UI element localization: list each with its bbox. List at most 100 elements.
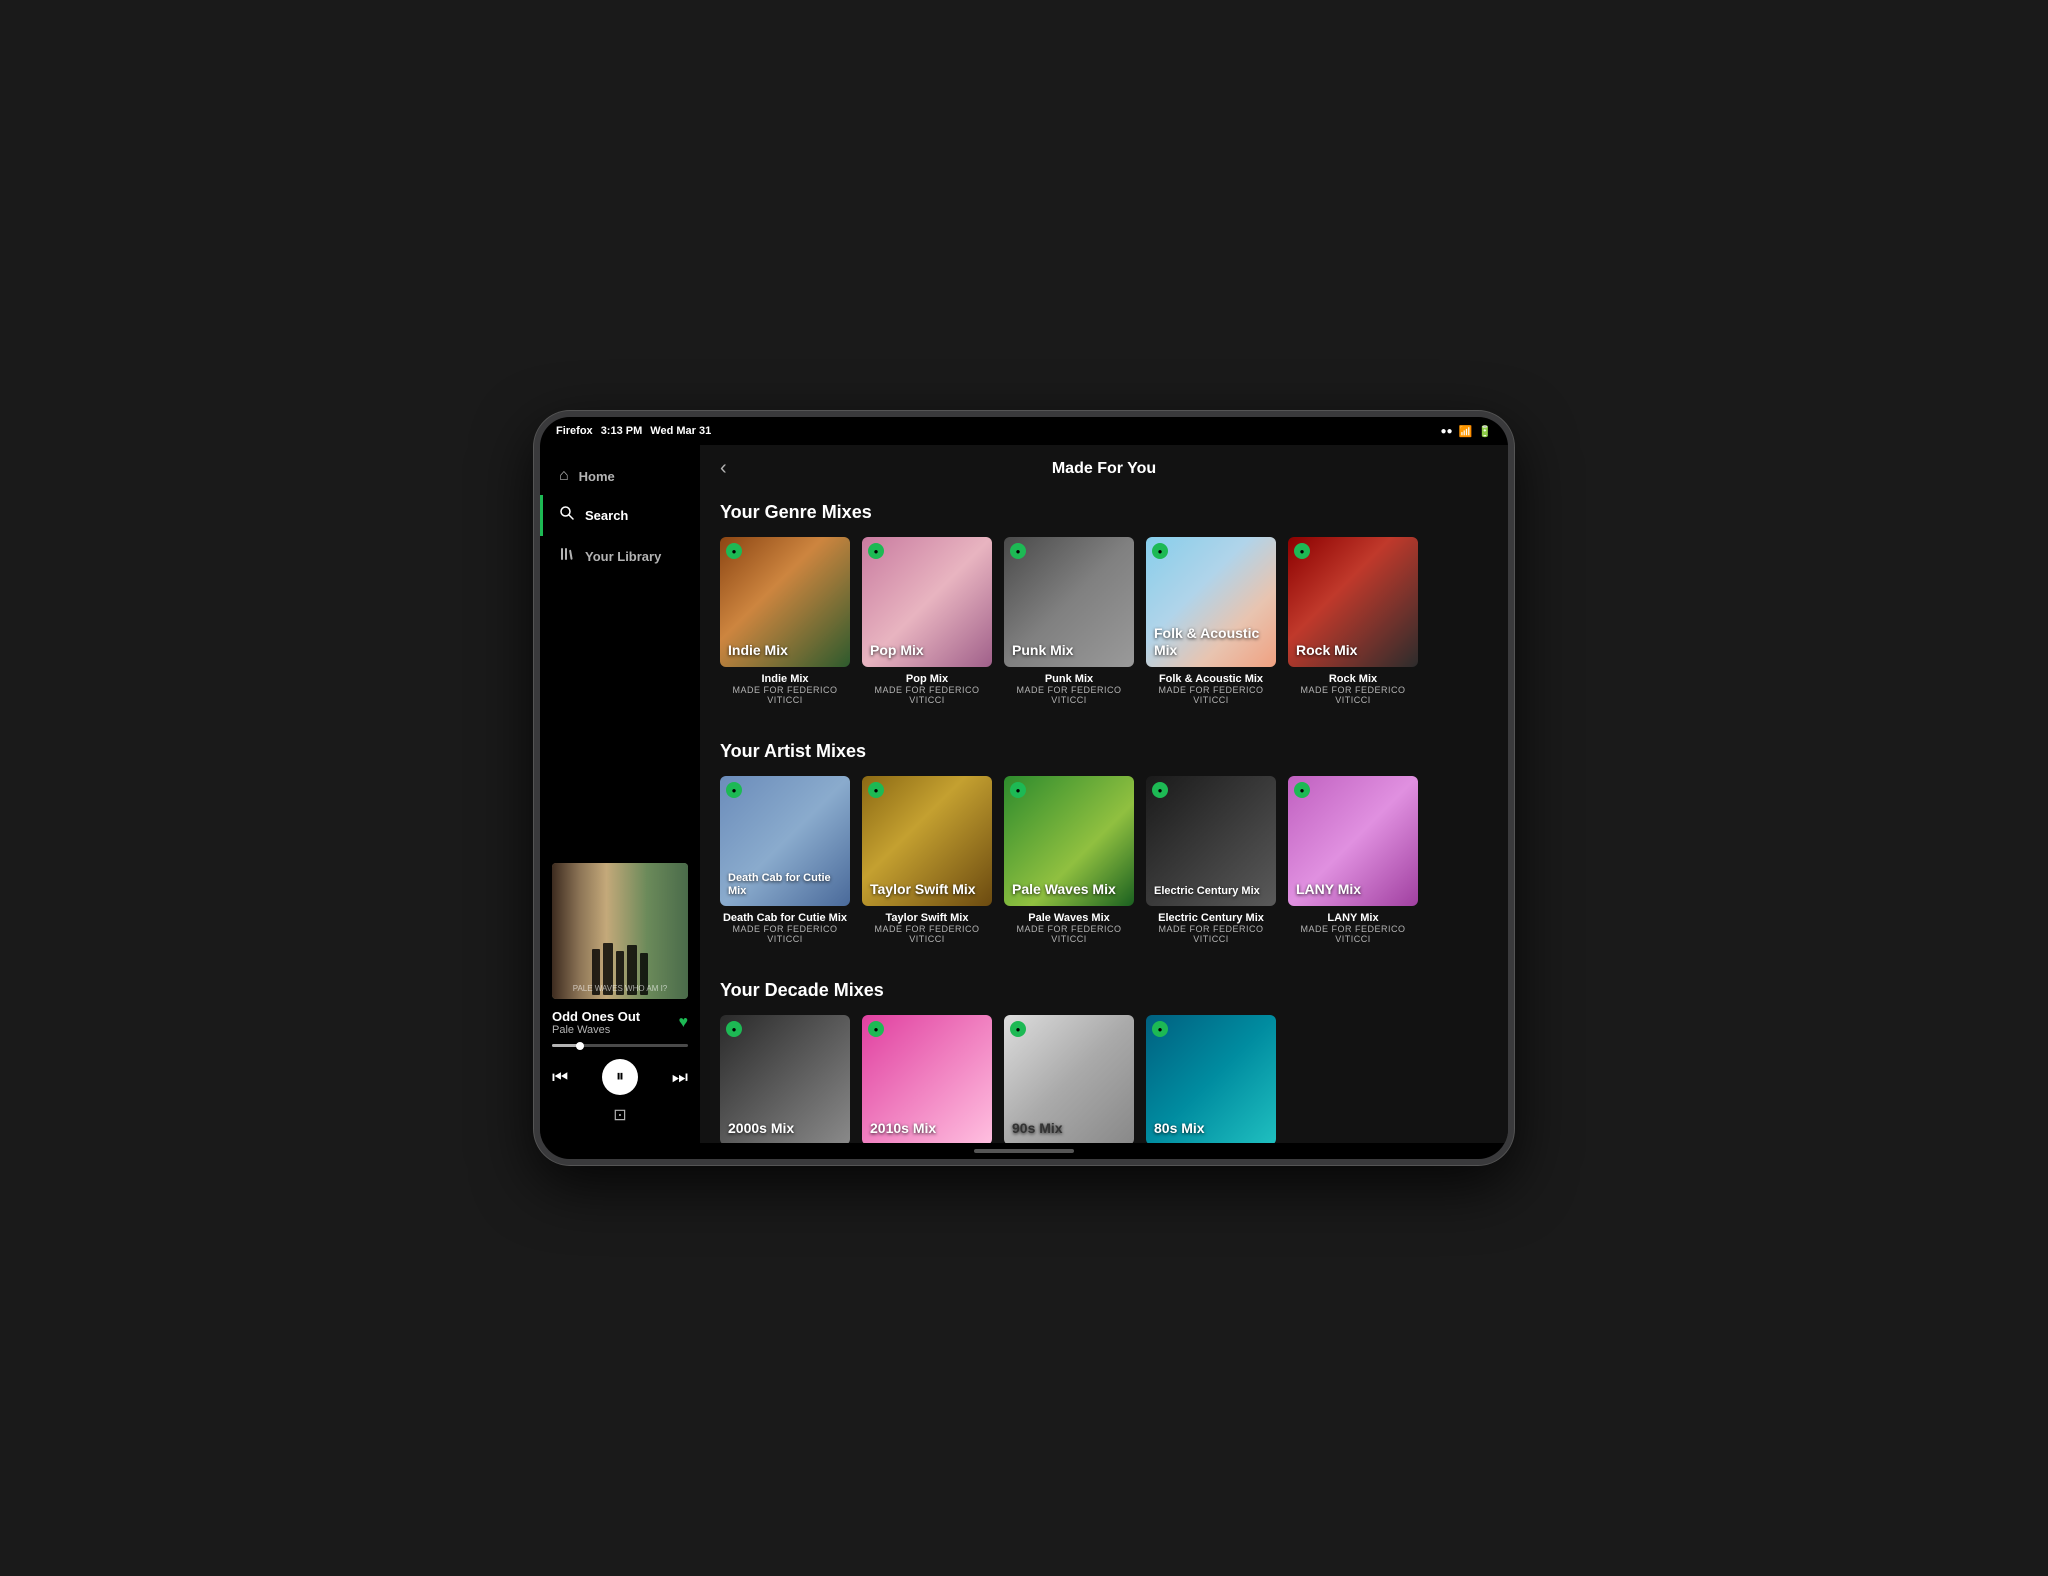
indie-label-bar: Indie Mix xyxy=(720,655,850,667)
progress-fill xyxy=(552,1044,579,1047)
spotify-badge-ec: ● xyxy=(1152,782,1168,798)
status-bar: Firefox 3:13 PM Wed Mar 31 ●● 📶 🔋 xyxy=(540,417,1508,445)
artist-mixes-title: Your Artist Mixes xyxy=(720,731,1488,762)
like-button[interactable]: ♥ xyxy=(679,1014,689,1032)
card-punk-mix[interactable]: ● Punk Mix Punk Mix MADE FOR FEDERICO VI… xyxy=(1004,537,1134,705)
sidebar-item-home[interactable]: ⌂ Home xyxy=(540,457,700,495)
card-2010s-mix[interactable]: ● 2010s Mix 2010s Mix MADE FOR FEDERICO … xyxy=(862,1015,992,1143)
dcfc-card-label: Death Cab for Cutie Mix xyxy=(728,872,850,898)
card-2000s-mix[interactable]: ● 2000s Mix 2000s Mix MADE FOR FEDERICO … xyxy=(720,1015,850,1143)
card-image-2000s: ● 2000s Mix xyxy=(720,1015,850,1143)
skip-forward-button[interactable]: ⏭ xyxy=(672,1067,688,1088)
album-art[interactable]: PALE WAVES WHO AM I? xyxy=(552,863,688,999)
skip-back-button[interactable]: ⏮ xyxy=(552,1067,568,1088)
track-info: Odd Ones Out Pale Waves ♥ xyxy=(552,1009,688,1036)
ec-card-title: Electric Century Mix xyxy=(1146,912,1276,924)
ipad-frame: Firefox 3:13 PM Wed Mar 31 ●● 📶 🔋 ⌂ Home xyxy=(534,411,1514,1165)
lany-label-bar: LANY Mix xyxy=(1288,894,1418,906)
status-right: ●● 📶 🔋 xyxy=(1441,425,1493,438)
folk-card-sub: MADE FOR FEDERICO VITICCI xyxy=(1146,685,1276,705)
indie-card-title: Indie Mix xyxy=(720,673,850,685)
spotify-badge-2000s: ● xyxy=(726,1021,742,1037)
dcfc-label-bar: Death Cab for Cutie Mix xyxy=(720,894,850,906)
card-indie-mix[interactable]: ● Indie Mix Indie Mix MADE FOR FEDERICO … xyxy=(720,537,850,705)
sidebar-item-search[interactable]: Search xyxy=(540,495,700,536)
spotify-badge-pw: ● xyxy=(1010,782,1026,798)
ts-card-title: Taylor Swift Mix xyxy=(862,912,992,924)
playback-controls: ⏮ ⏸ ⏭ xyxy=(552,1055,688,1099)
card-dcfc-mix[interactable]: ● Death Cab for Cutie Mix Death Cab for … xyxy=(720,776,850,944)
card-image-dcfc: ● Death Cab for Cutie Mix xyxy=(720,776,850,906)
signal-icon: ●● xyxy=(1441,426,1453,437)
pw-card-title: Pale Waves Mix xyxy=(1004,912,1134,924)
progress-bar[interactable] xyxy=(552,1044,688,1047)
card-image-ts: ● Taylor Swift Mix xyxy=(862,776,992,906)
card-pw-mix[interactable]: ● Pale Waves Mix Pale Waves Mix MADE FOR… xyxy=(1004,776,1134,944)
2000s-card-label: 2000s Mix xyxy=(728,1120,794,1137)
now-playing: PALE WAVES WHO AM I? Odd Ones Out Pale W… xyxy=(540,851,700,1143)
card-80s-mix[interactable]: ● 80s Mix 80s Mix MADE FOR FEDERICO VITI… xyxy=(1146,1015,1276,1143)
home-label: Home xyxy=(579,469,615,484)
pause-button[interactable]: ⏸ xyxy=(602,1059,638,1095)
card-pop-mix[interactable]: ● Pop Mix Pop Mix MADE FOR FEDERICO VITI… xyxy=(862,537,992,705)
pw-card-sub: MADE FOR FEDERICO VITICCI xyxy=(1004,924,1134,944)
90s-label-bar: 90s Mix xyxy=(1004,1133,1134,1143)
card-image-lany: ● LANY Mix xyxy=(1288,776,1418,906)
indie-card-sub: MADE FOR FEDERICO VITICCI xyxy=(720,685,850,705)
dcfc-card-title: Death Cab for Cutie Mix xyxy=(720,912,850,924)
main-content[interactable]: ‹ Made For You Your Genre Mixes ● Indie … xyxy=(700,445,1508,1143)
punk-card-sub: MADE FOR FEDERICO VITICCI xyxy=(1004,685,1134,705)
pop-card-sub: MADE FOR FEDERICO VITICCI xyxy=(862,685,992,705)
2010s-card-label: 2010s Mix xyxy=(870,1120,936,1137)
spotify-badge-ts: ● xyxy=(868,782,884,798)
sidebar-item-library[interactable]: Your Library xyxy=(540,536,700,577)
dcfc-card-sub: MADE FOR FEDERICO VITICCI xyxy=(720,924,850,944)
punk-card-title: Punk Mix xyxy=(1004,673,1134,685)
airplay-icon[interactable]: ⊡ xyxy=(613,1105,626,1125)
decade-cards-row: ● 2000s Mix 2000s Mix MADE FOR FEDERICO … xyxy=(720,1015,1488,1143)
spotify-badge-rock: ● xyxy=(1294,543,1310,559)
card-lany-mix[interactable]: ● LANY Mix LANY Mix MADE FOR FEDERICO VI… xyxy=(1288,776,1418,944)
card-90s-mix[interactable]: ● 90s Mix 90s Mix MADE FOR FEDERICO VITI… xyxy=(1004,1015,1134,1143)
date-label: Wed Mar 31 xyxy=(650,425,711,437)
rock-card-label: Rock Mix xyxy=(1296,642,1357,659)
card-image-2010s: ● 2010s Mix xyxy=(862,1015,992,1143)
decade-mixes-section: Your Decade Mixes ● 2000s Mix 2000s Mix … xyxy=(700,970,1508,1143)
spotify-badge-2010s: ● xyxy=(868,1021,884,1037)
spotify-badge-punk: ● xyxy=(1010,543,1026,559)
spotify-badge-pop: ● xyxy=(868,543,884,559)
library-label: Your Library xyxy=(585,549,661,564)
rock-card-sub: MADE FOR FEDERICO VITICCI xyxy=(1288,685,1418,705)
browser-label: Firefox xyxy=(556,425,593,437)
sidebar: ⌂ Home Search xyxy=(540,445,700,1143)
card-image-indie: ● Indie Mix xyxy=(720,537,850,667)
lany-card-label: LANY Mix xyxy=(1296,881,1361,898)
80s-label-bar: 80s Mix xyxy=(1146,1133,1276,1143)
spotify-badge-80s: ● xyxy=(1152,1021,1168,1037)
rock-label-bar: Rock Mix xyxy=(1288,655,1418,667)
decade-mixes-title: Your Decade Mixes xyxy=(720,970,1488,1001)
card-ts-mix[interactable]: ● Taylor Swift Mix Taylor Swift Mix MADE… xyxy=(862,776,992,944)
ec-card-sub: MADE FOR FEDERICO VITICCI xyxy=(1146,924,1276,944)
album-text-overlay: PALE WAVES WHO AM I? xyxy=(558,984,682,993)
lany-card-sub: MADE FOR FEDERICO VITICCI xyxy=(1288,924,1418,944)
card-rock-mix[interactable]: ● Rock Mix Rock Mix MADE FOR FEDERICO VI… xyxy=(1288,537,1418,705)
search-label: Search xyxy=(585,508,628,523)
spotify-badge-dcfc: ● xyxy=(726,782,742,798)
card-ec-mix[interactable]: ● Electric Century Mix Electric Century … xyxy=(1146,776,1276,944)
page-title: Made For You xyxy=(1052,460,1156,478)
back-button[interactable]: ‹ xyxy=(720,457,727,480)
ts-label-bar: Taylor Swift Mix xyxy=(862,894,992,906)
device-icons: ⊡ xyxy=(552,1099,688,1131)
time-label: 3:13 PM xyxy=(601,425,643,437)
folk-label-bar: Folk & Acoustic Mix xyxy=(1146,655,1276,667)
punk-card-label: Punk Mix xyxy=(1012,642,1073,659)
spotify-badge-90s: ● xyxy=(1010,1021,1026,1037)
card-image-pw: ● Pale Waves Mix xyxy=(1004,776,1134,906)
card-folk-mix[interactable]: ● Folk & Acoustic Mix Folk & Acoustic Mi… xyxy=(1146,537,1276,705)
status-left: Firefox 3:13 PM Wed Mar 31 xyxy=(556,425,711,437)
ec-label-bar: Electric Century Mix xyxy=(1146,894,1276,906)
pw-label-bar: Pale Waves Mix xyxy=(1004,894,1134,906)
wifi-icon: 📶 xyxy=(1459,425,1473,438)
progress-dot xyxy=(576,1042,584,1050)
